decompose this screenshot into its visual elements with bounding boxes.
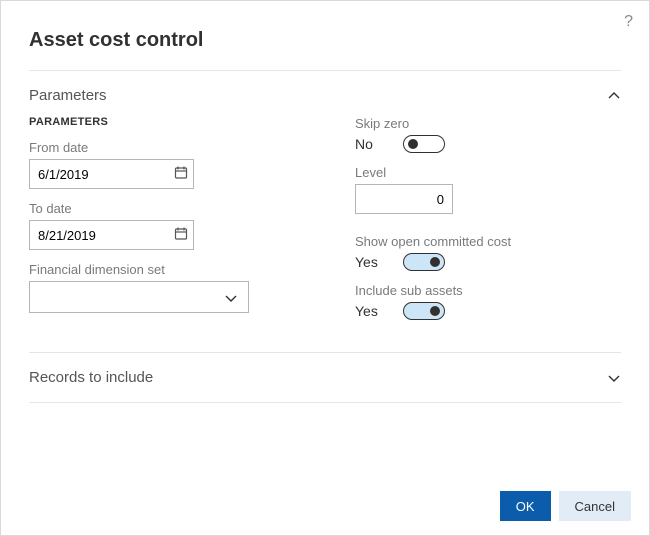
fds-dropdown[interactable] xyxy=(29,281,249,313)
cancel-button[interactable]: Cancel xyxy=(559,491,631,521)
dialog-title: Asset cost control xyxy=(1,1,649,70)
ok-button[interactable]: OK xyxy=(500,491,551,521)
open-cost-value: Yes xyxy=(355,254,383,270)
help-icon[interactable]: ? xyxy=(624,13,633,31)
calendar-icon[interactable] xyxy=(174,166,188,183)
sub-assets-value: Yes xyxy=(355,303,383,319)
level-label: Level xyxy=(355,165,621,180)
right-column: Skip zero No Level Show open committed c… xyxy=(355,116,621,332)
skip-zero-toggle[interactable] xyxy=(403,135,445,153)
divider xyxy=(29,402,621,403)
sub-assets-label: Include sub assets xyxy=(355,283,621,298)
to-date-label: To date xyxy=(29,201,295,216)
from-date-label: From date xyxy=(29,140,295,155)
skip-zero-label: Skip zero xyxy=(355,116,621,131)
calendar-icon[interactable] xyxy=(174,227,188,244)
chevron-down-icon xyxy=(607,371,621,385)
chevron-up-icon xyxy=(607,89,621,103)
dialog-footer: OK Cancel xyxy=(500,491,631,521)
parameters-subheading: PARAMETERS xyxy=(29,116,295,128)
to-date-input[interactable] xyxy=(29,220,194,250)
from-date-input[interactable] xyxy=(29,159,194,189)
chevron-down-icon xyxy=(224,291,238,305)
section-parameters-title: Parameters xyxy=(29,87,107,104)
open-cost-toggle[interactable] xyxy=(403,253,445,271)
fds-label: Financial dimension set xyxy=(29,262,295,277)
left-column: PARAMETERS From date To date Financial d… xyxy=(29,116,295,332)
sub-assets-toggle[interactable] xyxy=(403,302,445,320)
section-records-header[interactable]: Records to include xyxy=(1,353,649,402)
section-records-title: Records to include xyxy=(29,369,153,386)
open-cost-label: Show open committed cost xyxy=(355,234,621,249)
section-parameters-header[interactable]: Parameters xyxy=(1,71,649,116)
level-input[interactable] xyxy=(355,184,453,214)
parameters-body: PARAMETERS From date To date Financial d… xyxy=(1,116,649,352)
skip-zero-value: No xyxy=(355,136,383,152)
